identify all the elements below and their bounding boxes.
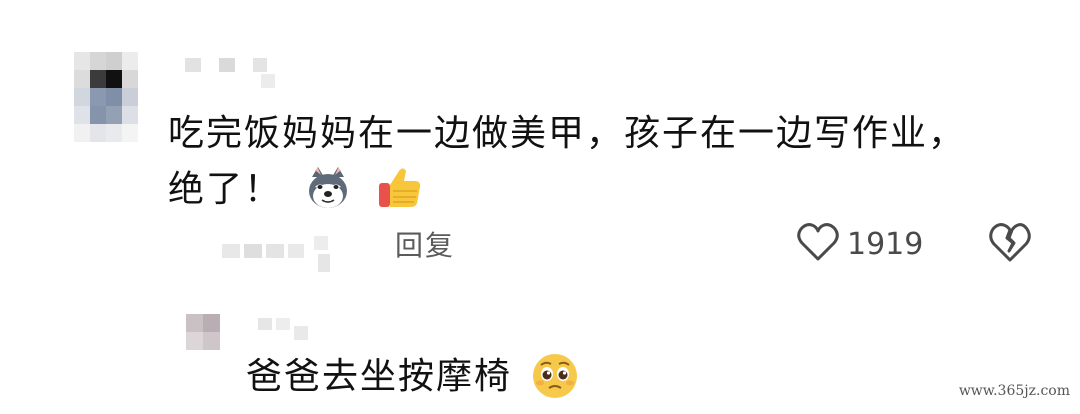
broken-heart-icon: [988, 223, 1032, 267]
dislike-button[interactable]: [988, 221, 1032, 265]
like-button[interactable]: 1919: [797, 221, 923, 267]
husky-dog-face-emoji: [305, 165, 351, 211]
thumbs-up-emoji: [377, 165, 423, 211]
heart-icon: [797, 222, 839, 266]
reply-username[interactable]: [258, 314, 318, 342]
comment-meta-blurred: [222, 236, 347, 276]
pleading-face-emoji: [531, 352, 578, 398]
reply-avatar[interactable]: [186, 314, 220, 350]
comment-body: 吃完饭妈妈在一边做美甲，孩子在一边写作业，绝了！: [168, 113, 967, 210]
watermark: www.365jz.com: [958, 383, 1070, 399]
reply-button[interactable]: 回复: [395, 226, 455, 266]
like-count: 1919: [847, 226, 924, 262]
commenter-avatar[interactable]: [74, 52, 138, 142]
reply-text: 爸爸去坐按摩椅: [246, 352, 578, 402]
reply-body: 爸爸去坐按摩椅: [246, 356, 513, 397]
comment-text: 吃完饭妈妈在一边做美甲，孩子在一边写作业，绝了！: [168, 106, 988, 218]
commenter-username[interactable]: [185, 52, 285, 94]
